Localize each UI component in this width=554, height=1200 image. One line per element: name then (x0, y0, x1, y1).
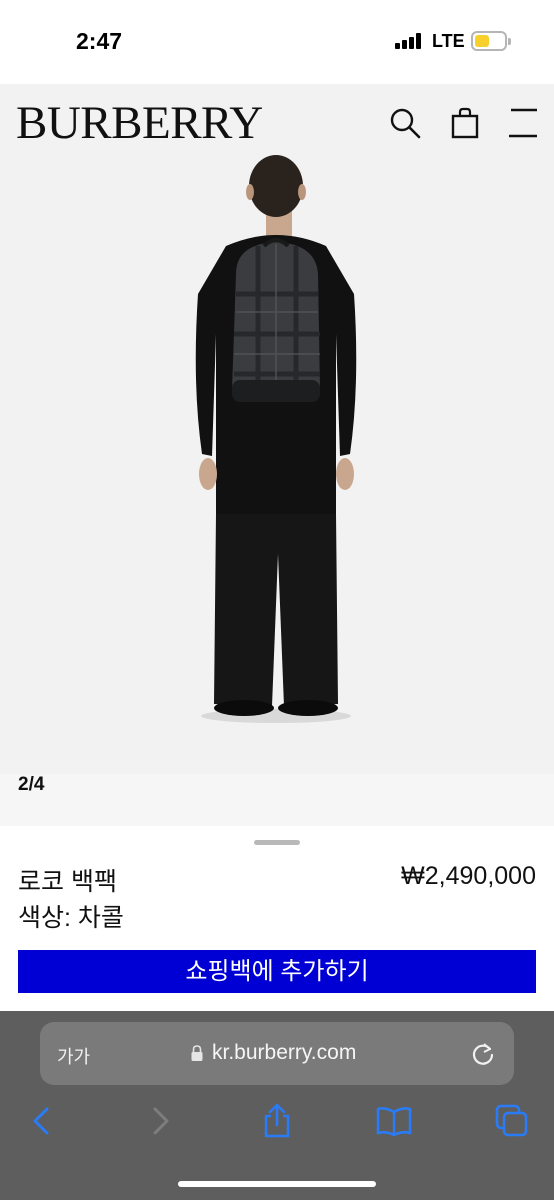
back-icon[interactable] (24, 1103, 60, 1139)
status-bar: 2:47 LTE (0, 0, 554, 84)
text-size-button[interactable]: 가가 (57, 1043, 90, 1069)
bookmarks-icon[interactable] (376, 1103, 412, 1139)
reload-icon[interactable] (470, 1041, 496, 1067)
battery-level (475, 35, 489, 47)
model-illustration (0, 84, 554, 826)
tabs-icon[interactable] (494, 1103, 530, 1139)
status-time: 2:47 (76, 28, 123, 54)
lock-icon (191, 1045, 203, 1061)
menu-icon[interactable] (507, 106, 541, 140)
drawer-handle[interactable] (254, 840, 300, 845)
product-image[interactable] (0, 84, 554, 826)
brand-logo[interactable]: BURBERRY (16, 96, 263, 150)
forward-icon[interactable] (142, 1103, 178, 1139)
cellular-signal-icon (395, 33, 423, 49)
battery-icon (471, 31, 507, 51)
search-icon[interactable] (388, 106, 422, 140)
product-name: 로코 백팩 (18, 868, 117, 896)
network-type: LTE (432, 31, 465, 51)
share-icon[interactable] (259, 1103, 295, 1139)
product-price: ₩2,490,000 (401, 862, 536, 890)
home-indicator (178, 1181, 376, 1187)
image-counter: 2/4 (18, 774, 45, 795)
shopping-bag-icon[interactable] (448, 106, 482, 140)
site-header: BURBERRY (0, 84, 554, 164)
add-to-bag-button[interactable]: 쇼핑백에 추가하기 (18, 950, 536, 993)
url-text[interactable]: kr.burberry.com (212, 1041, 356, 1065)
battery-cap (508, 38, 511, 45)
product-color: 색상: 차콜 (18, 904, 124, 932)
